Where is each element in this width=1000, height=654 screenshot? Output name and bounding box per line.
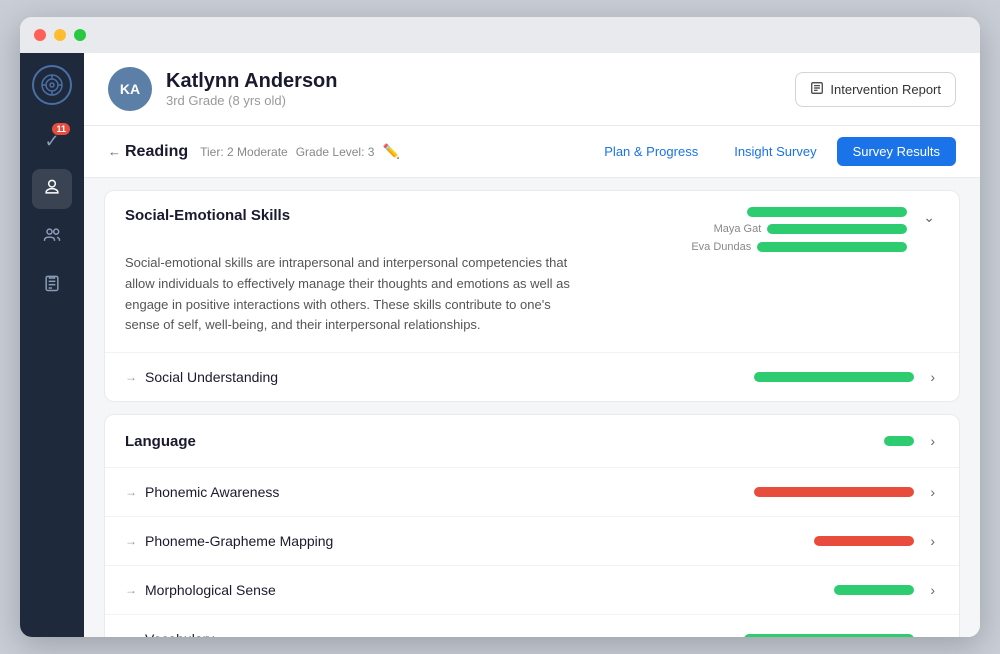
arrow-icon: →	[125, 370, 137, 384]
edit-icon[interactable]: ✏️	[382, 143, 399, 160]
language-chevron[interactable]: ›	[926, 431, 939, 451]
phoneme-grapheme-arrow-icon: →	[125, 534, 137, 548]
language-bar-wrap	[694, 436, 914, 446]
section-title: Reading	[125, 143, 188, 161]
expand-dot[interactable]	[74, 29, 86, 41]
phonemic-awareness-chevron[interactable]: ›	[926, 482, 939, 502]
language-card: Language › → Phonemic Awareness ›	[104, 414, 960, 637]
content-area: Social-Emotional Skills Maya Gat	[84, 178, 980, 637]
maya-bar-row: Maya Gat	[687, 223, 907, 235]
vocabulary-row[interactable]: → Vocabulary ›	[105, 614, 959, 637]
grade-badge: Grade Level: 3	[296, 145, 375, 159]
eva-bar	[757, 242, 907, 252]
phonemic-awareness-bar	[754, 487, 914, 497]
social-understanding-bar-wrap	[694, 372, 914, 382]
phoneme-grapheme-row[interactable]: → Phoneme-Grapheme Mapping ›	[105, 516, 959, 565]
phonemic-awareness-row[interactable]: → Phonemic Awareness ›	[105, 467, 959, 516]
sidebar-logo[interactable]	[32, 65, 72, 105]
tier-badge: Tier: 2 Moderate	[200, 145, 288, 159]
social-emotional-title: Social-Emotional Skills	[125, 207, 290, 224]
notification-badge: 11	[52, 123, 70, 135]
vocabulary-arrow-icon: →	[125, 632, 137, 637]
maya-bar	[767, 224, 907, 234]
morphological-chevron[interactable]: ›	[926, 580, 939, 600]
social-understanding-bar	[754, 372, 914, 382]
phoneme-grapheme-bar	[814, 536, 914, 546]
expand-collapse-button[interactable]: ⌄	[919, 207, 939, 228]
tab-insight-survey[interactable]: Insight Survey	[718, 137, 832, 166]
vocabulary-chevron[interactable]: ›	[926, 629, 939, 637]
app-window: 11 ✓	[20, 17, 980, 637]
phoneme-grapheme-chevron[interactable]: ›	[926, 531, 939, 551]
morphological-label: Morphological Sense	[145, 582, 694, 598]
vocabulary-label: Vocabulary	[145, 631, 694, 637]
vocabulary-bar-wrap	[694, 634, 914, 637]
top-header: KA Katlynn Anderson 3rd Grade (8 yrs old…	[84, 53, 980, 126]
close-dot[interactable]	[34, 29, 46, 41]
tab-survey-results[interactable]: Survey Results	[837, 137, 956, 166]
social-emotional-main-bar	[747, 207, 907, 217]
phoneme-grapheme-label: Phoneme-Grapheme Mapping	[145, 533, 694, 549]
phoneme-grapheme-bar-wrap	[694, 536, 914, 546]
social-understanding-label: Social Understanding	[145, 369, 694, 385]
morphological-bar	[834, 585, 914, 595]
vocabulary-bar	[744, 634, 914, 637]
clipboard-icon	[42, 273, 62, 298]
student-info: KA Katlynn Anderson 3rd Grade (8 yrs old…	[108, 67, 338, 111]
social-emotional-title-wrap: Social-Emotional Skills	[125, 207, 687, 225]
social-emotional-card: Social-Emotional Skills Maya Gat	[104, 190, 960, 402]
morphological-bar-wrap	[694, 585, 914, 595]
sidebar-item-student[interactable]	[32, 169, 72, 209]
sidebar: 11 ✓	[20, 53, 84, 637]
student-details: Katlynn Anderson 3rd Grade (8 yrs old)	[166, 70, 338, 108]
tabs-bar: ← Reading Tier: 2 Moderate Grade Level: …	[84, 126, 980, 178]
phonemic-awareness-bar-wrap	[694, 487, 914, 497]
group-icon	[42, 225, 62, 250]
back-arrow-icon: ←	[108, 144, 121, 159]
back-button[interactable]: ←	[108, 144, 121, 159]
student-icon	[42, 177, 62, 202]
titlebar	[20, 17, 980, 53]
eva-bar-row: Eva Dundas	[687, 241, 907, 253]
social-emotional-description: Social-emotional skills are intrapersona…	[105, 253, 605, 352]
morphological-arrow-icon: →	[125, 583, 137, 597]
phonemic-awareness-label: Phonemic Awareness	[145, 484, 694, 500]
maya-label: Maya Gat	[714, 223, 762, 235]
student-grade: 3rd Grade (8 yrs old)	[166, 93, 338, 108]
student-name: Katlynn Anderson	[166, 70, 338, 93]
sidebar-item-clipboard[interactable]	[32, 265, 72, 305]
tab-plan-progress[interactable]: Plan & Progress	[588, 137, 714, 166]
social-understanding-row[interactable]: → Social Understanding ›	[105, 352, 959, 401]
minimize-dot[interactable]	[54, 29, 66, 41]
eva-label: Eva Dundas	[691, 241, 751, 253]
language-header[interactable]: Language ›	[105, 415, 959, 467]
main-content: KA Katlynn Anderson 3rd Grade (8 yrs old…	[84, 53, 980, 637]
tabs-right: Plan & Progress Insight Survey Survey Re…	[588, 137, 956, 166]
social-understanding-chevron[interactable]: ›	[926, 367, 939, 387]
language-title: Language	[125, 433, 694, 450]
morphological-row[interactable]: → Morphological Sense ›	[105, 565, 959, 614]
intervention-report-label: Intervention Report	[830, 82, 941, 97]
language-main-bar	[884, 436, 914, 446]
social-emotional-bars: Maya Gat Eva Dundas	[687, 207, 907, 253]
app-layout: 11 ✓	[20, 53, 980, 637]
sidebar-item-group[interactable]	[32, 217, 72, 257]
phonemic-arrow-icon: →	[125, 485, 137, 499]
report-icon	[810, 81, 824, 98]
sidebar-item-checkmark[interactable]: 11 ✓	[32, 121, 72, 161]
intervention-report-button[interactable]: Intervention Report	[795, 72, 956, 107]
avatar: KA	[108, 67, 152, 111]
